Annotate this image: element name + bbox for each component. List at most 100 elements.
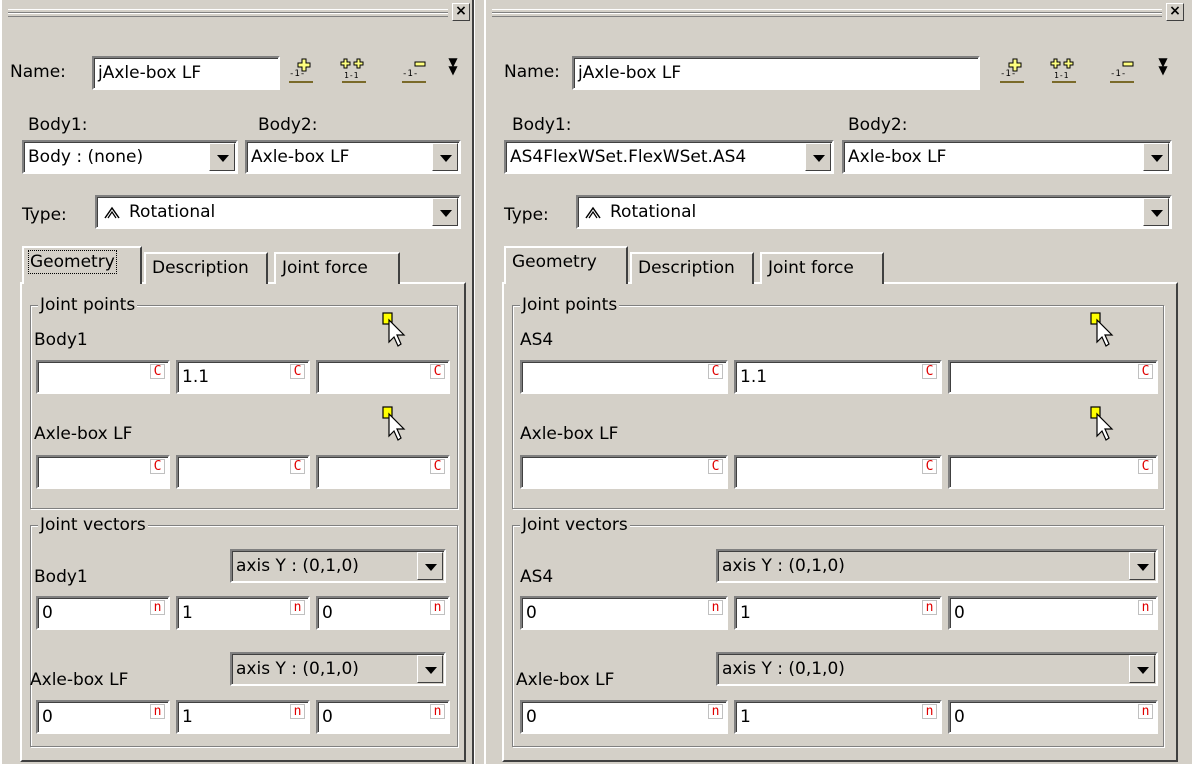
jp-body1-y-input[interactable]: 1.1 C <box>734 360 942 394</box>
chevron-down-icon[interactable] <box>1143 198 1169 226</box>
chevron-down-icon[interactable] <box>417 655 443 683</box>
jp-body2-x-input[interactable]: C <box>36 455 170 489</box>
jv-body2-y-input[interactable]: 1n <box>734 700 942 734</box>
constant-flag-icon[interactable]: C <box>1138 459 1153 474</box>
normalize-flag-icon[interactable]: n <box>430 704 445 719</box>
jv-body1-y-input[interactable]: 1n <box>734 596 942 630</box>
constant-flag-icon[interactable]: C <box>150 459 165 474</box>
jv-body2-axis-select[interactable]: axis Y : (0,1,0) <box>230 652 446 686</box>
expand-arrows-icon[interactable]: ▼ ▼ <box>446 56 460 76</box>
jv-body1-axis-select[interactable]: axis Y : (0,1,0) <box>716 549 1158 583</box>
normalize-flag-icon[interactable]: n <box>1138 704 1153 719</box>
body2-select[interactable]: Axle-box LF <box>842 140 1172 174</box>
chevron-down-icon[interactable] <box>432 198 458 226</box>
jp-body2-y-input[interactable]: C <box>176 455 310 489</box>
constant-flag-icon[interactable]: C <box>922 364 937 379</box>
jv-body2-z-input[interactable]: 0n <box>948 700 1158 734</box>
chevron-down-icon[interactable] <box>1129 552 1155 580</box>
normalize-flag-icon[interactable]: n <box>708 704 723 719</box>
type-select[interactable]: Rotational <box>576 195 1172 229</box>
constant-flag-icon[interactable]: C <box>290 459 305 474</box>
normalize-flag-icon[interactable]: n <box>1138 600 1153 615</box>
constant-flag-icon[interactable]: C <box>430 364 445 379</box>
jv-body1-label: AS4 <box>520 567 554 587</box>
jv-body2-y-input[interactable]: 1n <box>176 700 310 734</box>
jv-body2-x-input[interactable]: 0n <box>520 700 728 734</box>
expand-arrows-icon[interactable]: ▼ ▼ <box>1156 56 1170 76</box>
jp-body2-z-input[interactable]: C <box>948 455 1158 489</box>
chevron-down-icon[interactable] <box>417 552 443 580</box>
type-select[interactable]: Rotational <box>95 195 461 229</box>
jp-body2-x-input[interactable]: C <box>520 455 728 489</box>
add-joint-icon[interactable]: -1- <box>287 56 315 84</box>
jp-body1-x-input[interactable]: C <box>520 360 728 394</box>
constant-flag-icon[interactable]: C <box>708 364 723 379</box>
normalize-flag-icon[interactable]: n <box>290 600 305 615</box>
jp-body2-z-input[interactable]: C <box>316 455 450 489</box>
jv-body1-x-input[interactable]: 0n <box>36 596 170 630</box>
body2-select-value: Axle-box LF <box>848 147 947 167</box>
add-pair-icon[interactable]: 1-1 <box>1050 56 1078 84</box>
tab-geometry[interactable]: Geometry <box>22 246 142 284</box>
chevron-down-icon[interactable] <box>1143 143 1169 171</box>
tab-description[interactable]: Description <box>144 252 268 284</box>
jv-body2-z-input[interactable]: 0n <box>316 700 450 734</box>
pick-point-cursor-icon[interactable] <box>1090 406 1114 442</box>
panel-splitter[interactable] <box>474 0 484 764</box>
jv-body1-z-input[interactable]: 0n <box>316 596 450 630</box>
jv-body1-z-input[interactable]: 0n <box>948 596 1158 630</box>
jp-body1-label: Body1 <box>34 330 88 350</box>
normalize-flag-icon[interactable]: n <box>922 704 937 719</box>
jv-body1-y-input[interactable]: 1n <box>176 596 310 630</box>
tab-description[interactable]: Description <box>630 252 754 284</box>
pick-point-cursor-icon[interactable] <box>382 312 406 348</box>
jp-body1-y-input[interactable]: 1.1 C <box>176 360 310 394</box>
panel-grip[interactable] <box>8 9 448 17</box>
normalize-flag-icon[interactable]: n <box>708 600 723 615</box>
normalize-flag-icon[interactable]: n <box>150 704 165 719</box>
constant-flag-icon[interactable]: C <box>1138 364 1153 379</box>
chevron-down-icon[interactable] <box>805 143 831 171</box>
close-button[interactable]: × <box>452 3 470 21</box>
tab-geometry[interactable]: Geometry <box>504 246 628 284</box>
normalize-flag-icon[interactable]: n <box>922 600 937 615</box>
jv-body2-axis-select[interactable]: axis Y : (0,1,0) <box>716 652 1158 686</box>
normalize-flag-icon[interactable]: n <box>290 704 305 719</box>
body2-select[interactable]: Axle-box LF <box>245 140 461 174</box>
constant-flag-icon[interactable]: C <box>150 364 165 379</box>
chevron-down-icon[interactable] <box>209 143 235 171</box>
left-joint-panel: × Name: jAxle-box LF -1- 1-1 -1- ▼ ▼ Body… <box>0 0 474 764</box>
svg-text:-1-: -1- <box>1110 69 1126 79</box>
pick-point-cursor-icon[interactable] <box>382 406 406 442</box>
close-button[interactable]: × <box>1166 3 1184 21</box>
jp-body2-y-input[interactable]: C <box>734 455 942 489</box>
field-value: 0 <box>526 707 537 727</box>
jv-body1-axis-select[interactable]: axis Y : (0,1,0) <box>230 549 446 583</box>
add-pair-icon[interactable]: 1-1 <box>340 56 368 84</box>
body1-select[interactable]: AS4FlexWSet.FlexWSet.AS4 <box>504 140 834 174</box>
jv-body2-x-input[interactable]: 0n <box>36 700 170 734</box>
pick-point-cursor-icon[interactable] <box>1090 312 1114 348</box>
normalize-flag-icon[interactable]: n <box>150 600 165 615</box>
constant-flag-icon[interactable]: C <box>708 459 723 474</box>
chevron-down-icon[interactable] <box>432 143 458 171</box>
remove-joint-icon[interactable]: -1- <box>400 56 428 84</box>
constant-flag-icon[interactable]: C <box>922 459 937 474</box>
body1-select[interactable]: Body : (none) <box>22 140 238 174</box>
field-value: 0 <box>954 603 965 623</box>
constant-flag-icon[interactable]: C <box>430 459 445 474</box>
add-joint-icon[interactable]: -1- <box>998 56 1026 84</box>
tab-joint-force[interactable]: Joint force <box>274 252 400 284</box>
name-input[interactable]: jAxle-box LF <box>92 56 280 90</box>
remove-joint-icon[interactable]: -1- <box>1108 56 1136 84</box>
name-input[interactable]: jAxle-box LF <box>572 56 980 90</box>
jv-body1-x-input[interactable]: 0n <box>520 596 728 630</box>
constant-flag-icon[interactable]: C <box>290 364 305 379</box>
jp-body1-x-input[interactable]: C <box>36 360 170 394</box>
panel-grip[interactable] <box>492 9 1162 17</box>
jp-body1-z-input[interactable]: C <box>316 360 450 394</box>
chevron-down-icon[interactable] <box>1129 655 1155 683</box>
normalize-flag-icon[interactable]: n <box>430 600 445 615</box>
tab-joint-force[interactable]: Joint force <box>760 252 884 284</box>
jp-body1-z-input[interactable]: C <box>948 360 1158 394</box>
